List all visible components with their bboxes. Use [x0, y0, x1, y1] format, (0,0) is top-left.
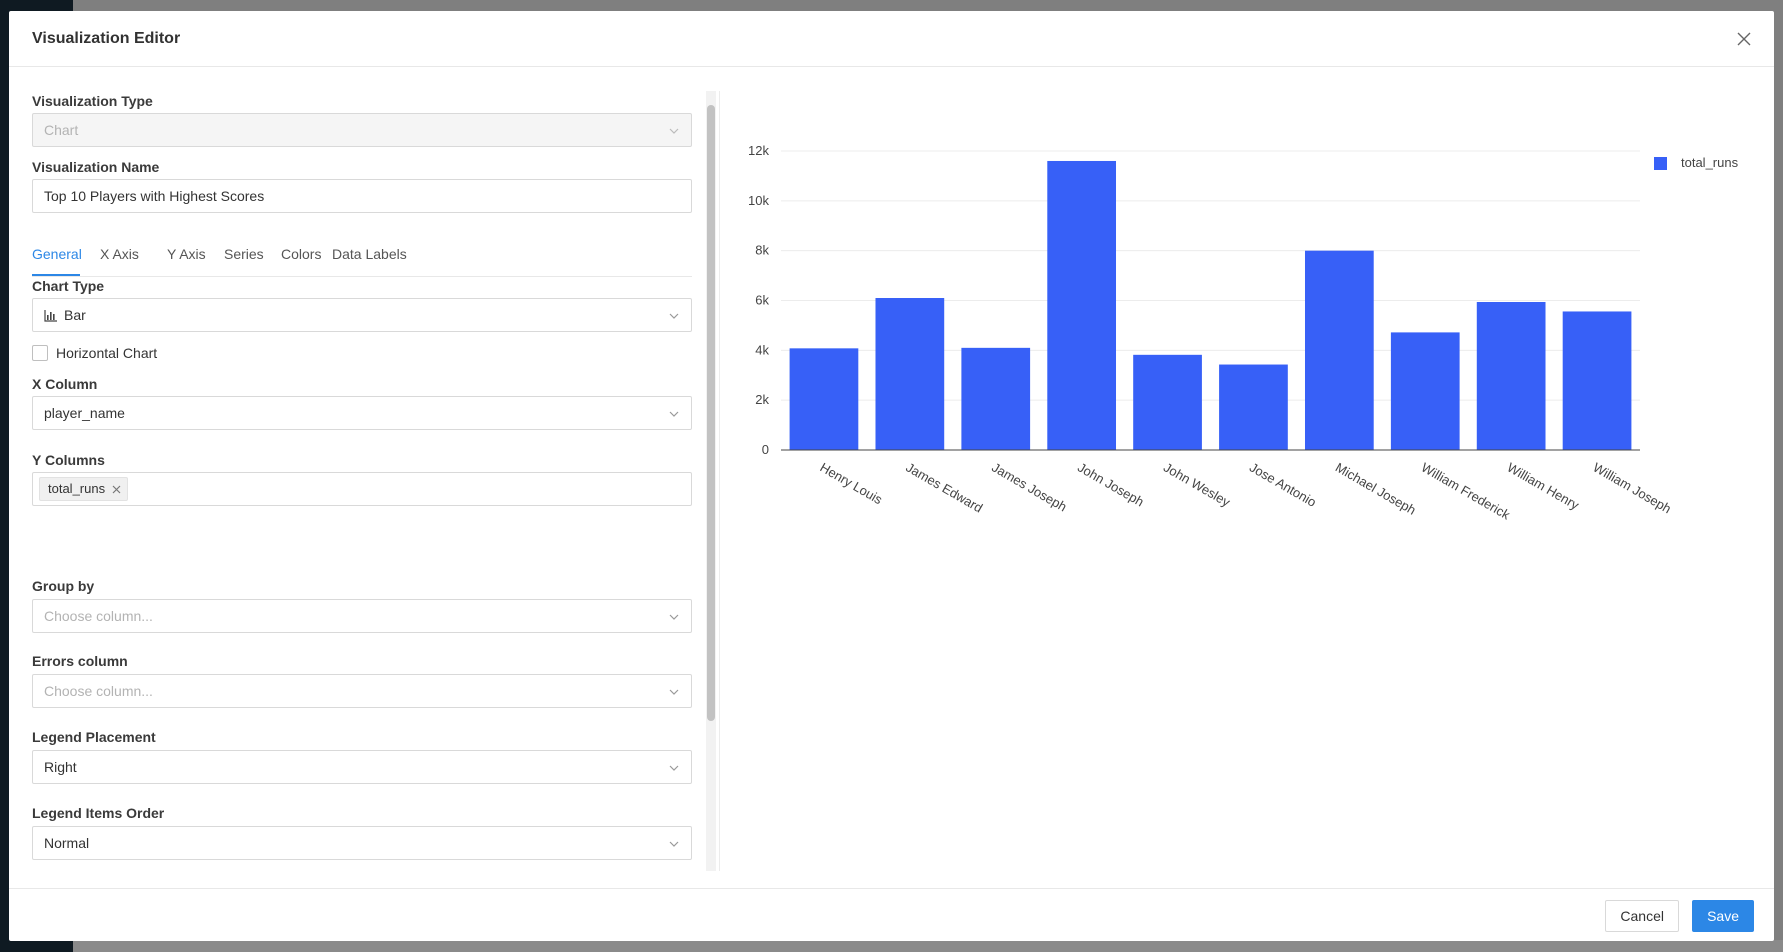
group-by-select[interactable]: Choose column...	[32, 599, 692, 633]
x-tick-label: John Joseph	[1075, 460, 1146, 510]
editor-form: Visualization Type Chart Visualization N…	[32, 91, 692, 871]
legend-placement-value: Right	[44, 759, 77, 775]
bar[interactable]	[1304, 250, 1374, 450]
legend-item[interactable]: total_runs	[1681, 155, 1738, 170]
viz-type-select[interactable]: Chart	[32, 113, 692, 147]
x-tick-label: Jose Antonio	[1247, 460, 1319, 510]
errors-column-label: Errors column	[32, 653, 128, 669]
x-tick-label: William Frederick	[1419, 460, 1513, 523]
chevron-down-icon	[669, 411, 679, 417]
bar[interactable]	[1390, 332, 1460, 450]
bar[interactable]	[961, 347, 1031, 450]
legend-order-select[interactable]: Normal	[32, 826, 692, 860]
legend-order-label: Legend Items Order	[32, 805, 165, 821]
x-tick-label: James Edward	[903, 460, 985, 516]
chart-type-label: Chart Type	[32, 278, 105, 294]
y-tick-label: 2k	[755, 392, 769, 407]
y-tick-label: 8k	[755, 243, 769, 258]
legend-placement-label: Legend Placement	[32, 729, 156, 745]
horizontal-chart-checkbox[interactable]	[32, 345, 48, 361]
viz-name-label: Visualization Name	[32, 159, 160, 175]
y-tick-label: 6k	[755, 293, 769, 308]
cancel-button[interactable]: Cancel	[1605, 900, 1679, 932]
bar-chart-icon	[44, 310, 57, 322]
bar[interactable]	[1047, 160, 1117, 450]
y-tick-label: 12k	[748, 143, 769, 158]
group-by-placeholder: Choose column...	[44, 608, 153, 624]
y-tick-label: 10k	[748, 193, 769, 208]
bar[interactable]	[1476, 301, 1546, 450]
viz-name-input[interactable]: Top 10 Players with Highest Scores	[32, 179, 692, 213]
errors-column-placeholder: Choose column...	[44, 683, 153, 699]
form-scrollbar-thumb[interactable]	[707, 105, 715, 721]
visualization-editor-modal: Visualization Editor Visualization Type …	[9, 11, 1774, 941]
viz-name-value: Top 10 Players with Highest Scores	[44, 188, 265, 204]
y-tick-label: 0	[762, 442, 769, 457]
x-tick-label: William Henry	[1505, 460, 1582, 513]
viz-type-value: Chart	[44, 122, 79, 138]
y-column-tag: total_runs	[39, 477, 129, 501]
chevron-down-icon	[669, 841, 679, 847]
active-tab-indicator	[32, 274, 80, 276]
bar[interactable]	[1562, 311, 1632, 450]
bar[interactable]	[875, 298, 945, 450]
group-by-label: Group by	[32, 578, 95, 594]
chevron-down-icon	[669, 614, 679, 620]
save-button[interactable]: Save	[1692, 900, 1754, 932]
bar-chart: 0 2k 4k 6k 8k 10k 12k Henry Louis James Edward Ja…	[748, 143, 1674, 523]
tab-y-axis[interactable]: Y Axis	[167, 246, 206, 262]
tab-general[interactable]: General	[32, 246, 82, 262]
backdrop-bottom	[73, 940, 1783, 952]
chevron-down-icon	[669, 313, 679, 319]
x-column-value: player_name	[44, 405, 125, 421]
x-tick-label: Michael Joseph	[1333, 460, 1419, 518]
legend-order-value: Normal	[44, 835, 90, 851]
remove-tag-icon[interactable]	[112, 485, 121, 494]
chart-type-value: Bar	[64, 307, 86, 323]
bar[interactable]	[1219, 364, 1288, 450]
y-columns-select[interactable]: total_runs	[32, 472, 692, 506]
x-tick-label: John Wesley	[1161, 460, 1233, 510]
legend-placement-select[interactable]: Right	[32, 750, 692, 784]
tab-colors[interactable]: Colors	[281, 246, 321, 262]
close-icon	[1737, 32, 1751, 46]
chevron-down-icon	[669, 689, 679, 695]
horizontal-chart-label: Horizontal Chart	[56, 345, 158, 361]
x-tick-label: William Joseph	[1591, 460, 1674, 517]
y-column-tag-label: total_runs	[48, 481, 106, 496]
chart-preview: 0 2k 4k 6k 8k 10k 12k Henry Louis James Edward Ja…	[721, 91, 1771, 561]
x-column-label: X Column	[32, 376, 98, 392]
viz-type-label: Visualization Type	[32, 93, 153, 109]
errors-column-select[interactable]: Choose column...	[32, 674, 692, 708]
legend-swatch[interactable]	[1654, 157, 1667, 170]
y-columns-label: Y Columns	[32, 452, 105, 468]
y-tick-label: 4k	[755, 342, 769, 357]
modal-footer: Cancel Save	[9, 888, 1774, 941]
bar[interactable]	[1133, 354, 1202, 450]
x-tick-label: James Joseph	[989, 460, 1069, 515]
tab-x-axis[interactable]: X Axis	[100, 246, 139, 262]
chevron-down-icon	[669, 128, 679, 134]
modal-header: Visualization Editor	[9, 11, 1774, 67]
bar[interactable]	[789, 348, 859, 450]
editor-tabs: General X Axis Y Axis Series Colors Data…	[32, 233, 692, 277]
chevron-down-icon	[669, 765, 679, 771]
modal-title: Visualization Editor	[32, 30, 181, 47]
tab-data-labels[interactable]: Data Labels	[332, 246, 407, 262]
tab-series[interactable]: Series	[224, 246, 264, 262]
x-tick-label: Henry Louis	[817, 460, 885, 508]
pane-divider	[719, 91, 720, 871]
chart-type-select[interactable]: Bar	[32, 298, 692, 332]
form-scrollbar[interactable]	[706, 91, 716, 871]
close-button[interactable]	[1734, 29, 1754, 49]
x-column-select[interactable]: player_name	[32, 396, 692, 430]
